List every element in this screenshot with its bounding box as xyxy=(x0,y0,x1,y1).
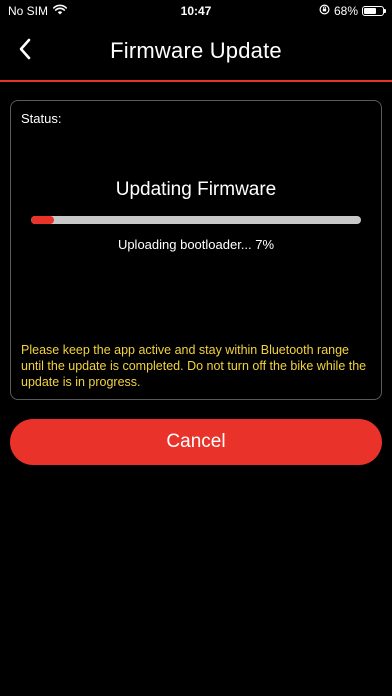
status-bar: No SIM 10:47 68% xyxy=(0,0,392,22)
progress-bar xyxy=(31,216,361,224)
warning-message: Please keep the app active and stay with… xyxy=(21,343,367,389)
nav-header: Firmware Update xyxy=(0,22,392,82)
rotation-lock-icon xyxy=(319,4,330,18)
progress-text: Uploading bootloader... 7% xyxy=(117,237,275,252)
update-heading: Updating Firmware xyxy=(115,179,277,200)
battery-percent: 68% xyxy=(333,4,358,18)
status-bar-right: 68% xyxy=(319,4,386,18)
status-panel: Status: Updating Firmware Uploading boot… xyxy=(10,100,382,400)
status-label: Status: xyxy=(21,111,62,126)
battery-level xyxy=(364,8,376,14)
progress-bar-fill xyxy=(31,216,55,224)
cancel-button[interactable]: Cancel xyxy=(10,419,382,465)
page-title: Firmware Update xyxy=(110,38,282,63)
battery-icon xyxy=(362,6,386,16)
